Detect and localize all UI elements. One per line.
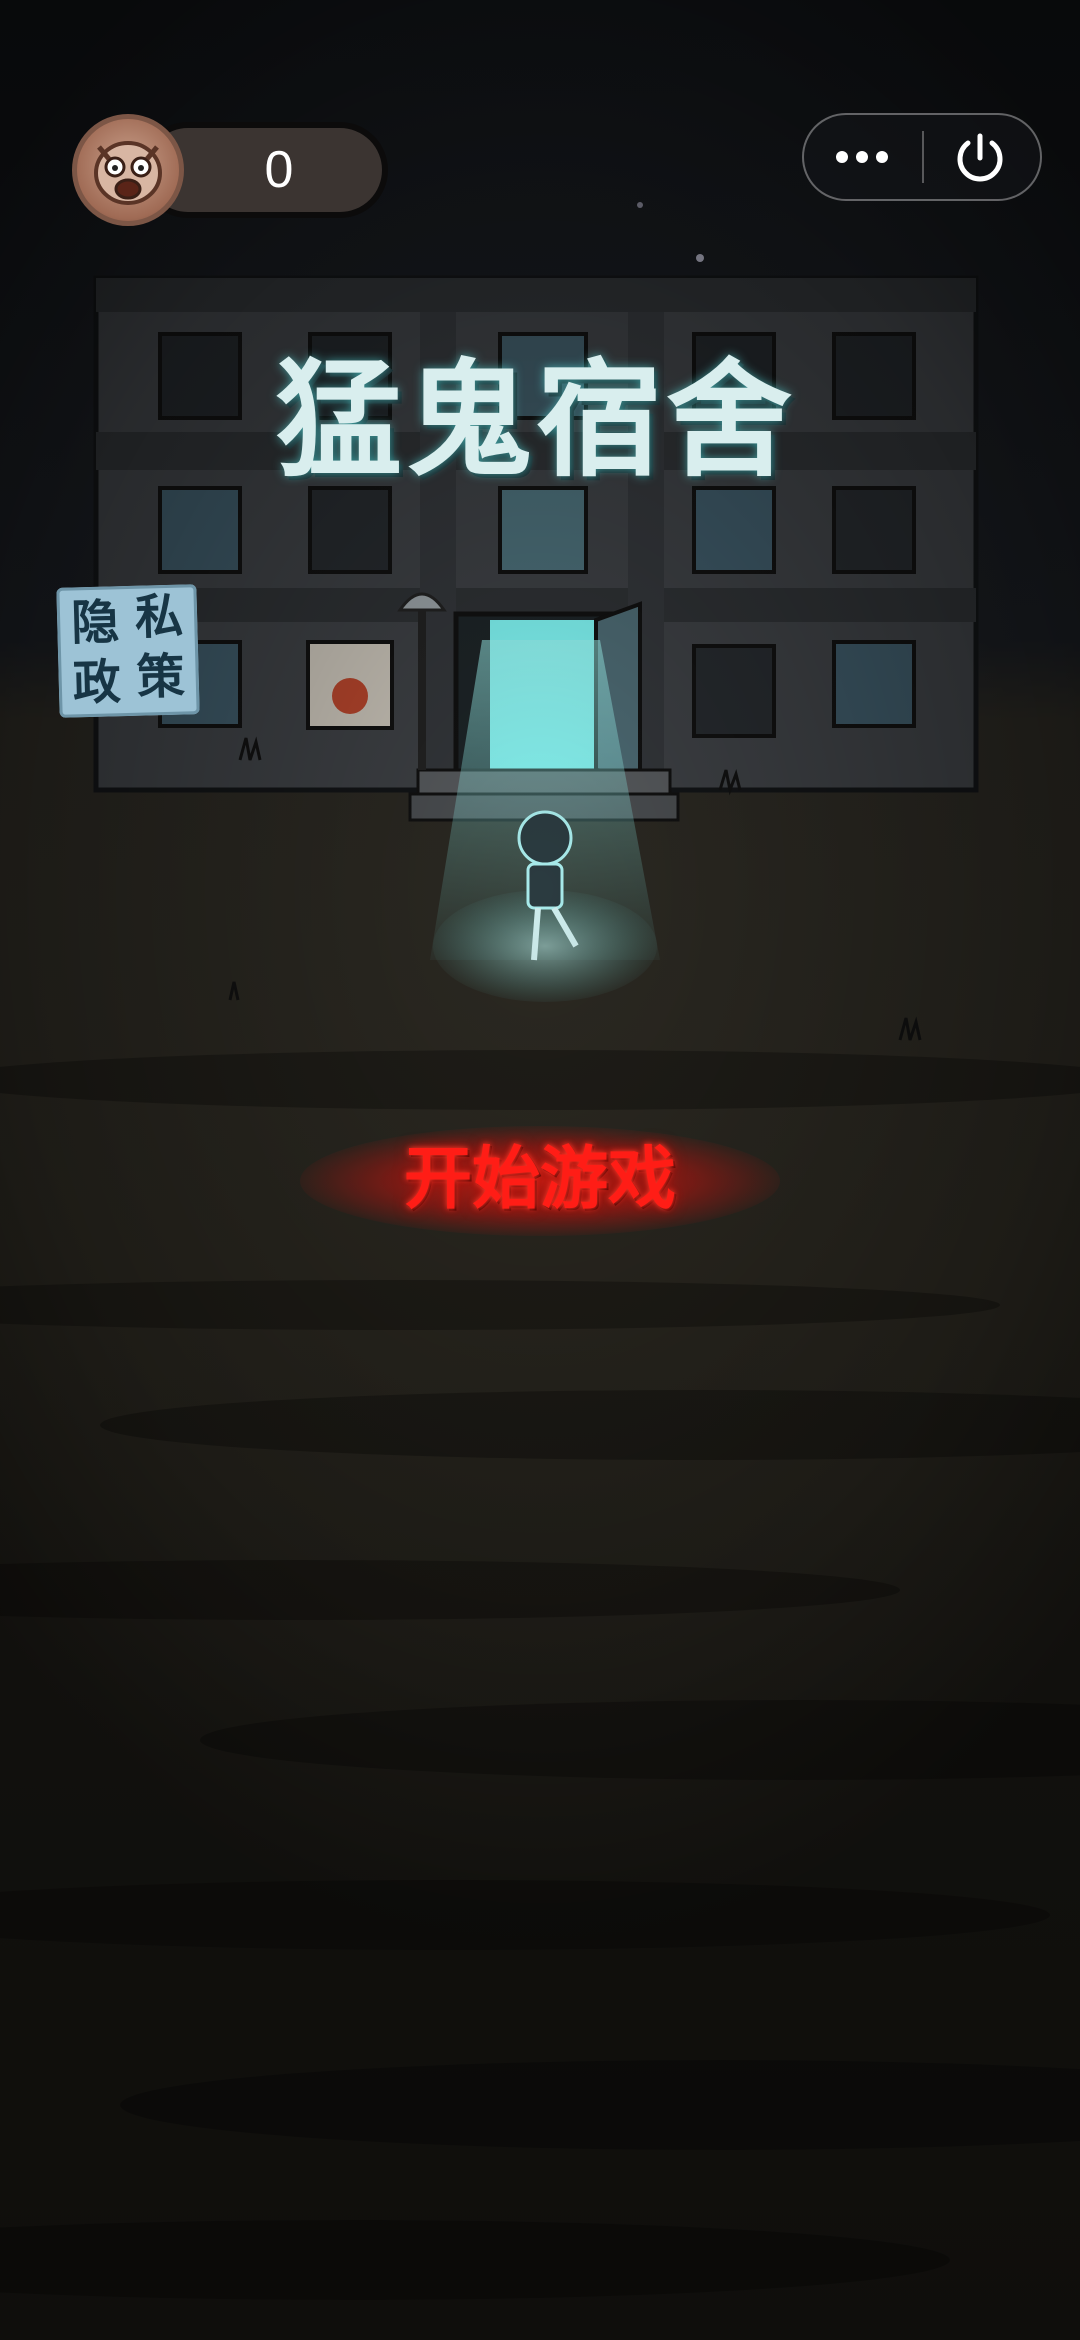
close-button[interactable] xyxy=(930,118,1030,196)
window xyxy=(308,486,392,574)
building-roofline xyxy=(96,278,976,312)
game-stage: 猛鬼宿舍 隐 私 政 策 0 开始游戏 xyxy=(0,0,1080,2340)
ground-stripe xyxy=(0,1880,1050,1950)
ellipsis-icon xyxy=(836,151,888,163)
star xyxy=(696,254,704,262)
window xyxy=(498,486,588,574)
power-icon xyxy=(957,133,1003,182)
grass-tuft xyxy=(228,981,240,1001)
window xyxy=(158,332,242,420)
window xyxy=(158,486,242,574)
ground-stripe xyxy=(120,2060,1080,2150)
start-game-button[interactable]: 开始游戏 xyxy=(360,1128,720,1232)
window xyxy=(832,640,916,728)
more-button[interactable] xyxy=(812,118,912,196)
game-title: 猛鬼宿舍 xyxy=(276,346,796,494)
girl-head xyxy=(517,810,573,866)
lamp-post xyxy=(418,600,426,770)
girl-body xyxy=(526,862,564,910)
star xyxy=(637,202,643,208)
ground-stripe xyxy=(0,2220,950,2300)
window xyxy=(692,486,776,574)
girl-leg xyxy=(531,907,541,961)
privacy-char: 隐 xyxy=(70,594,120,652)
window-open xyxy=(692,644,776,738)
grass-tuft xyxy=(898,1016,922,1041)
ground-stripe xyxy=(0,1560,900,1620)
ground-stripe xyxy=(0,1280,1000,1330)
privacy-char: 政 xyxy=(72,654,122,712)
window xyxy=(832,332,916,420)
privacy-char: 私 xyxy=(134,588,184,646)
capsule-divider xyxy=(922,131,924,183)
window xyxy=(832,486,916,574)
ground-stripe xyxy=(100,1390,1080,1460)
ghost-face xyxy=(332,678,368,714)
privacy-policy-button[interactable]: 隐 私 政 策 xyxy=(56,584,200,718)
pig-ghost-face-icon xyxy=(94,141,162,205)
privacy-char: 策 xyxy=(135,648,186,706)
pig-ghost-face-icon xyxy=(72,114,184,226)
ground-stripe xyxy=(200,1700,1080,1780)
